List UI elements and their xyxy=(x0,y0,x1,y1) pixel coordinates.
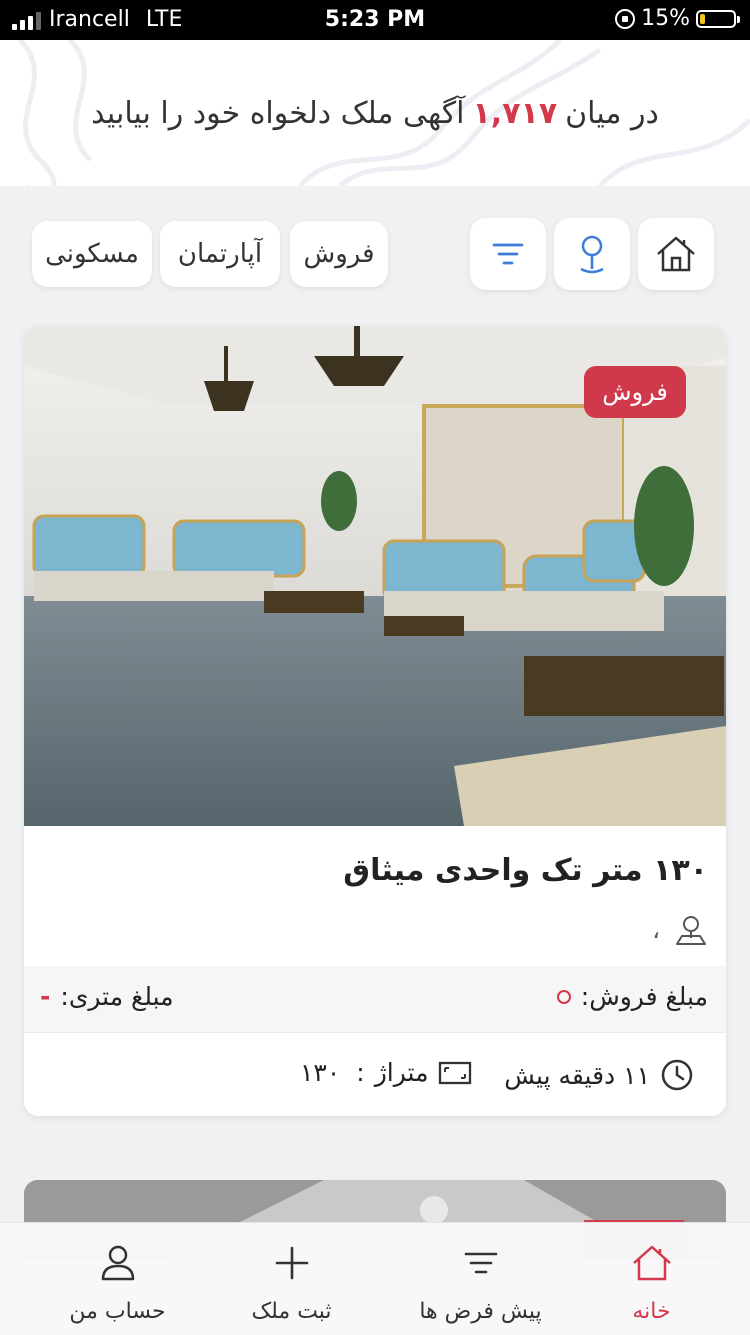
area-separator: : xyxy=(356,1058,365,1087)
page-header: در میان ۱,۷۱۷ آگهی ملک دلخواه خود را بیا… xyxy=(0,40,750,186)
sale-badge: فروش xyxy=(584,366,686,418)
status-bar: Irancell LTE 5:23 PM 15% xyxy=(0,0,750,40)
sale-price: مبلغ فروش: xyxy=(556,982,708,1011)
user-icon xyxy=(101,1245,134,1281)
filter-icon xyxy=(464,1252,497,1274)
tab-presets[interactable]: پیش فرض ها xyxy=(387,1223,574,1335)
price-per-meter-label: مبلغ متری: xyxy=(60,982,174,1011)
chip-sale[interactable]: فروش xyxy=(290,221,388,287)
price-dot-icon xyxy=(556,989,571,1004)
map-filter-button[interactable] xyxy=(554,218,630,290)
posted-time: ۱۱ دقیقه پیش xyxy=(504,1058,694,1092)
home-icon xyxy=(657,236,695,272)
status-right: 15% xyxy=(615,6,740,31)
clock-icon xyxy=(661,1059,693,1091)
home-icon xyxy=(632,1245,671,1281)
filter-icon xyxy=(492,243,524,265)
tab-account-label: حساب من xyxy=(69,1299,166,1324)
area-icon xyxy=(439,1061,472,1084)
listing-card[interactable]: فروش ۱۳۰ متر تک واحدی میثاق ، مبلغ فروش:… xyxy=(24,326,726,1116)
area-value: ۱۳۰ xyxy=(300,1058,341,1087)
listing-count: ۱,۷۱۷ xyxy=(472,95,558,131)
location-row: ، xyxy=(652,914,708,946)
posted-time-text: ۱۱ دقیقه پیش xyxy=(504,1060,650,1090)
tab-account[interactable]: حساب من xyxy=(24,1223,211,1335)
price-per-meter: مبلغ متری: - xyxy=(40,982,174,1011)
chip-apartment[interactable]: آپارتمان xyxy=(160,221,280,287)
tab-presets-label: پیش فرض ها xyxy=(419,1299,542,1324)
price-per-meter-value: - xyxy=(40,982,51,1011)
tab-add-property-label: ثبت ملک xyxy=(251,1299,332,1324)
battery-percent: 15% xyxy=(641,6,690,31)
chip-residential[interactable]: مسکونی xyxy=(32,221,152,287)
tab-bar: خانه پیش فرض ها ثبت ملک حساب من xyxy=(0,1222,750,1335)
map-pin-icon xyxy=(580,235,604,274)
header-suffix: آگهی ملک دلخواه خود را بیابید xyxy=(91,95,465,131)
tab-home-label: خانه xyxy=(632,1299,671,1324)
home-filter-button[interactable] xyxy=(638,218,714,290)
sale-price-label: مبلغ فروش: xyxy=(580,982,708,1011)
location-text: ، xyxy=(652,916,660,944)
tab-home[interactable]: خانه xyxy=(558,1223,745,1335)
meta-row: ۱۱ دقیقه پیش متراژ : ۱۳۰ xyxy=(24,1032,726,1116)
plus-icon xyxy=(275,1246,308,1280)
header-title: در میان ۱,۷۱۷ آگهی ملک دلخواه خود را بیا… xyxy=(0,40,750,186)
map-pin-icon xyxy=(676,916,706,945)
listing-title[interactable]: ۱۳۰ متر تک واحدی میثاق xyxy=(343,853,708,888)
header-prefix: در میان xyxy=(565,95,659,131)
area-label: متراژ xyxy=(374,1058,429,1087)
filter-button[interactable] xyxy=(470,218,546,290)
battery-icon xyxy=(696,9,740,28)
rotation-lock-icon xyxy=(615,8,636,29)
price-row: مبلغ فروش: مبلغ متری: - xyxy=(24,966,726,1033)
tab-add-property[interactable]: ثبت ملک xyxy=(198,1223,385,1335)
area-info: متراژ : ۱۳۰ xyxy=(300,1058,472,1087)
